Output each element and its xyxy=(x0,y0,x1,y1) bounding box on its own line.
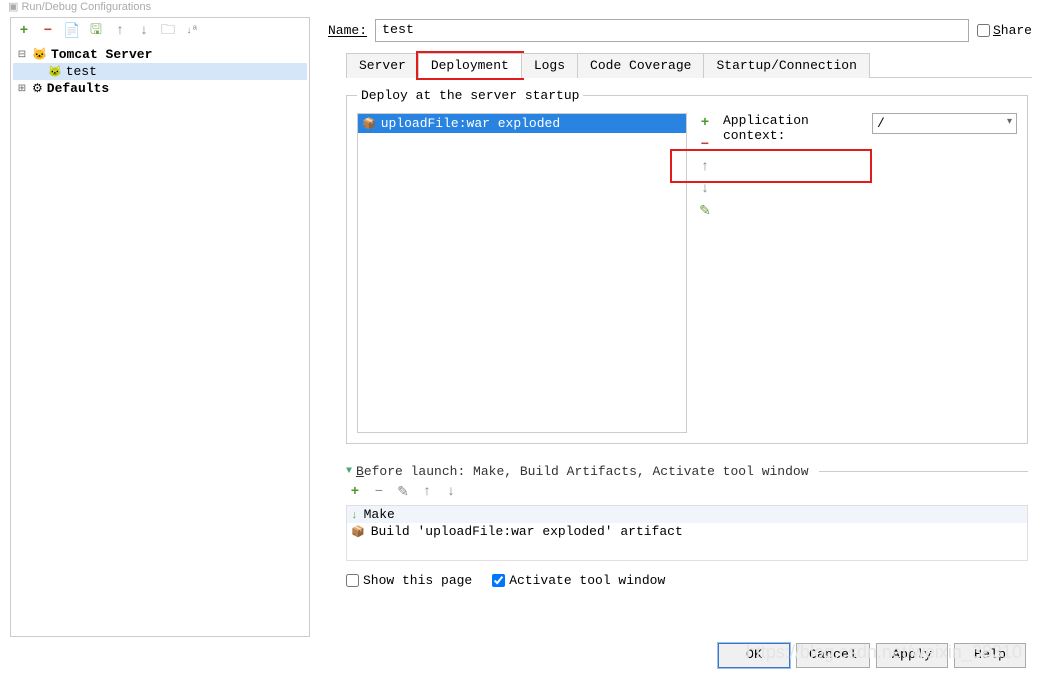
remove-artifact-button[interactable]: − xyxy=(697,137,713,153)
tree-node-defaults[interactable]: ⊞ Defaults xyxy=(13,80,307,97)
config-tree[interactable]: ⊟ Tomcat Server test ⊞ Defaults xyxy=(11,44,309,636)
artifact-list[interactable]: uploadFile:war exploded xyxy=(357,113,687,433)
save-config-button[interactable]: 🖫 xyxy=(87,22,105,40)
show-page-label: Show this page xyxy=(363,573,472,588)
activate-window-input[interactable] xyxy=(492,574,505,587)
tree-label: test xyxy=(66,64,97,79)
name-label: Name: xyxy=(328,23,367,38)
share-checkbox[interactable]: Share xyxy=(977,23,1032,38)
tree-label: Tomcat Server xyxy=(51,47,152,62)
bl-remove-button[interactable]: − xyxy=(370,483,388,501)
main-pane: Name: Share Server Deployment Logs Code … xyxy=(310,17,1032,637)
artifact-item[interactable]: uploadFile:war exploded xyxy=(358,114,686,133)
before-launch-header: Before launch: Make, Build Artifacts, Ac… xyxy=(356,464,809,479)
bl-item-make[interactable]: Make xyxy=(347,506,1027,523)
expand-icon[interactable]: ⊞ xyxy=(16,83,28,95)
activate-window-checkbox[interactable]: Activate tool window xyxy=(492,573,665,588)
context-value: / xyxy=(877,116,885,131)
tab-bar: Server Deployment Logs Code Coverage Sta… xyxy=(346,52,1032,78)
collapse-icon[interactable]: ⊟ xyxy=(16,49,28,61)
bl-down-button[interactable]: ↓ xyxy=(442,483,460,501)
deploy-fieldset: Deploy at the server startup uploadFile:… xyxy=(346,88,1028,444)
show-page-input[interactable] xyxy=(346,574,359,587)
context-combo[interactable]: / ▾ xyxy=(872,113,1017,134)
build-icon xyxy=(351,524,365,539)
tree-node-tomcat[interactable]: ⊟ Tomcat Server xyxy=(13,46,307,63)
tree-label: Defaults xyxy=(47,81,109,96)
tab-server[interactable]: Server xyxy=(346,53,419,78)
move-up-button[interactable]: ↑ xyxy=(111,22,129,40)
apply-button[interactable]: Apply xyxy=(876,643,948,668)
show-page-checkbox[interactable]: Show this page xyxy=(346,573,472,588)
cancel-button[interactable]: Cancel xyxy=(796,643,870,668)
edit-artifact-button[interactable]: ✎ xyxy=(697,203,713,219)
add-artifact-button[interactable]: + xyxy=(697,115,713,131)
tab-code-coverage[interactable]: Code Coverage xyxy=(577,53,704,78)
folder-button[interactable]: 🗀 xyxy=(159,22,177,40)
bl-up-button[interactable]: ↑ xyxy=(418,483,436,501)
artifact-icon xyxy=(362,116,376,131)
activate-window-label: Activate tool window xyxy=(509,573,665,588)
window-icon: ▣ xyxy=(8,1,18,13)
collapse-triangle-icon[interactable]: ▼ xyxy=(346,466,352,477)
artifact-label: uploadFile:war exploded xyxy=(381,116,560,131)
tab-startup-connection[interactable]: Startup/Connection xyxy=(703,53,869,78)
share-checkbox-input[interactable] xyxy=(977,24,990,37)
chevron-down-icon: ▾ xyxy=(1007,116,1012,131)
bl-item-label: Build 'uploadFile:war exploded' artifact xyxy=(371,524,683,539)
add-config-button[interactable]: + xyxy=(15,22,33,40)
tomcat-icon xyxy=(32,47,47,62)
sidebar-toolbar: + − 📄 🖫 ↑ ↓ 🗀 ↓ª xyxy=(11,18,309,44)
tab-logs[interactable]: Logs xyxy=(521,53,578,78)
config-sidebar: + − 📄 🖫 ↑ ↓ 🗀 ↓ª ⊟ Tomcat Server test ⊞ xyxy=(10,17,310,637)
tab-deployment[interactable]: Deployment xyxy=(418,53,522,78)
before-launch-section: ▼ Before launch: Make, Build Artifacts, … xyxy=(346,464,1028,592)
tomcat-leaf-icon xyxy=(48,64,62,79)
gear-icon xyxy=(32,81,43,96)
deploy-legend: Deploy at the server startup xyxy=(357,88,583,103)
tree-node-test[interactable]: test xyxy=(13,63,307,80)
share-label: Share xyxy=(993,23,1032,38)
context-label: Application context: xyxy=(723,113,864,143)
bl-item-build[interactable]: Build 'uploadFile:war exploded' artifact xyxy=(347,523,1027,540)
bl-edit-button[interactable]: ✎ xyxy=(394,483,412,501)
before-launch-list[interactable]: Make Build 'uploadFile:war exploded' art… xyxy=(346,505,1028,561)
bl-add-button[interactable]: + xyxy=(346,483,364,501)
make-icon xyxy=(351,507,358,522)
help-button[interactable]: Help xyxy=(954,643,1026,668)
move-down-button[interactable]: ↓ xyxy=(135,22,153,40)
copy-config-button[interactable]: 📄 xyxy=(63,22,81,40)
artifact-down-button[interactable]: ↓ xyxy=(697,181,713,197)
window-title: Run/Debug Configurations xyxy=(21,1,151,13)
sort-button[interactable]: ↓ª xyxy=(183,22,201,40)
remove-config-button[interactable]: − xyxy=(39,22,57,40)
bl-item-label: Make xyxy=(364,507,395,522)
artifact-toolbar: + − ↑ ↓ ✎ xyxy=(695,113,715,433)
dialog-footer: OK Cancel Apply Help xyxy=(0,637,1042,674)
name-input[interactable] xyxy=(375,19,969,42)
artifact-up-button[interactable]: ↑ xyxy=(697,159,713,175)
ok-button[interactable]: OK xyxy=(718,643,790,668)
